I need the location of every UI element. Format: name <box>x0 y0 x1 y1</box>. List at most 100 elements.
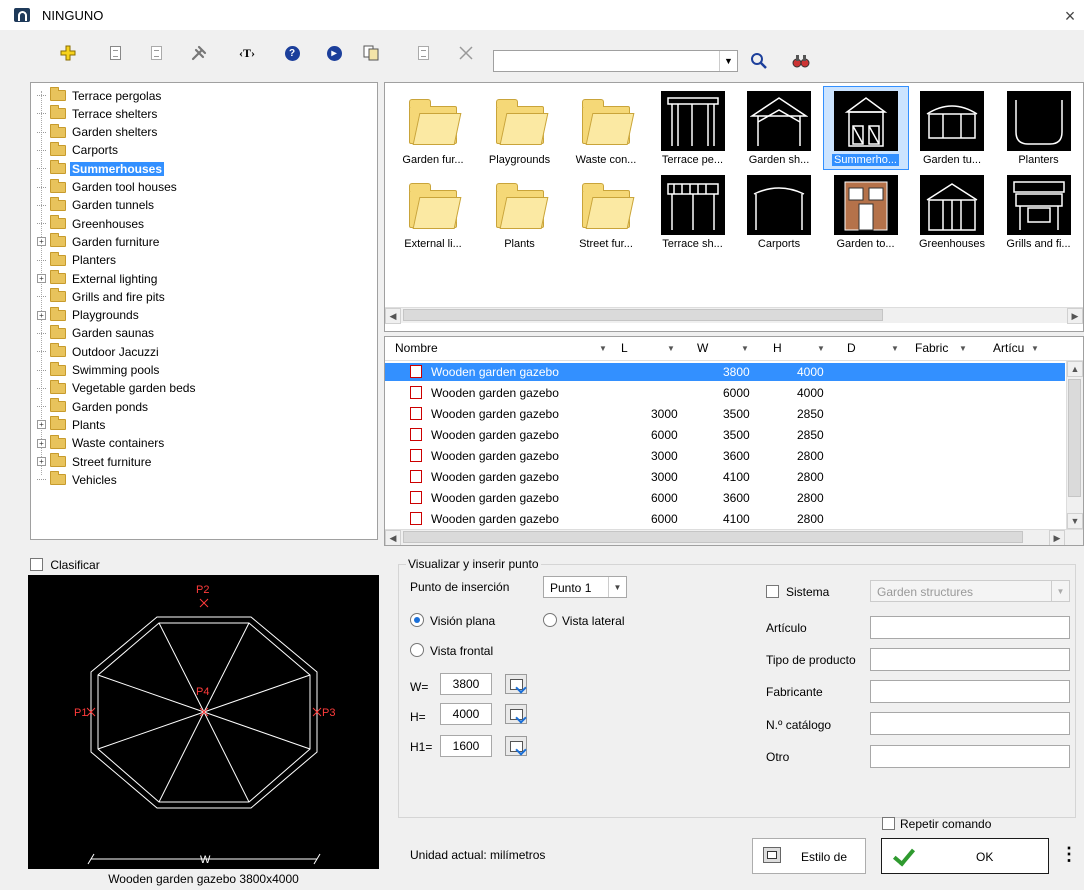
close-button[interactable]: × <box>1060 6 1080 26</box>
tree-item[interactable]: Planters <box>37 251 118 269</box>
thumbnail-tile[interactable]: Grills and fi... <box>997 171 1081 253</box>
thumbnail-tile[interactable]: Garden tu... <box>910 87 994 169</box>
filter-dropdown-icon[interactable]: ▼ <box>817 344 825 360</box>
filter-dropdown-icon[interactable]: ▼ <box>599 344 607 360</box>
binoculars-icon[interactable] <box>790 50 812 72</box>
category-tree[interactable]: Terrace pergolas Terrace shelters Garden s… <box>30 82 378 540</box>
thumbnail-tile[interactable]: Street fur... <box>564 171 648 253</box>
insert-point-select[interactable]: Punto 1 ▼ <box>543 576 627 598</box>
list-icon[interactable] <box>145 42 167 64</box>
add-icon[interactable] <box>57 42 79 64</box>
article-field[interactable] <box>870 616 1070 639</box>
tree-item[interactable]: Garden ponds <box>37 398 150 415</box>
scroll-up-icon[interactable]: ▲ <box>1067 361 1083 377</box>
table-row[interactable]: Wooden garden gazebo 3000 3500 2850 <box>385 405 1065 423</box>
table-row[interactable]: Wooden garden gazebo 6000 3600 2800 <box>385 489 1065 507</box>
expand-icon[interactable]: + <box>37 457 46 466</box>
tree-item[interactable]: Garden tunnels <box>37 196 156 214</box>
ok-button[interactable]: OK <box>881 838 1049 874</box>
text-tag-icon[interactable]: ‹T› <box>236 42 258 64</box>
thumbnail-tile[interactable]: Garden to... <box>824 171 908 253</box>
row-checkbox[interactable] <box>410 449 422 462</box>
filter-dropdown-icon[interactable]: ▼ <box>1031 344 1039 360</box>
pick-h-icon[interactable] <box>505 704 527 724</box>
tree-item[interactable]: + Plants <box>37 416 107 433</box>
expand-icon[interactable]: + <box>37 420 46 430</box>
row-checkbox[interactable] <box>410 428 422 441</box>
column-header[interactable]: D <box>847 341 856 357</box>
scroll-down-icon[interactable]: ▼ <box>1067 513 1083 529</box>
column-header[interactable]: H <box>773 341 782 357</box>
tree-item[interactable]: Vegetable garden beds <box>37 379 197 397</box>
thumbnail-tile[interactable]: Garden sh... <box>737 87 821 169</box>
expand-icon[interactable]: + <box>37 438 46 448</box>
filter-dropdown-icon[interactable]: ▼ <box>741 344 749 360</box>
tree-item[interactable]: Terrace pergolas <box>37 87 163 104</box>
w-input[interactable]: 3800 <box>440 673 492 695</box>
properties-icon[interactable] <box>104 42 126 64</box>
magnifier-icon[interactable] <box>748 50 770 72</box>
scroll-thumb[interactable] <box>1068 379 1081 497</box>
column-header[interactable]: Nombre <box>395 341 438 357</box>
scroll-thumb[interactable] <box>403 531 1023 543</box>
thumbnail-tile[interactable]: Waste con... <box>564 87 648 169</box>
tree-item[interactable]: + Garden furniture <box>37 233 161 250</box>
manufacturer-field[interactable] <box>870 680 1070 703</box>
h1-input[interactable]: 1600 <box>440 735 492 757</box>
scroll-right-icon[interactable]: ▶ <box>1067 308 1083 324</box>
expand-icon[interactable]: + <box>37 237 46 247</box>
expand-icon[interactable]: + <box>37 310 46 320</box>
table-row[interactable]: Wooden garden gazebo 3000 4100 2800 <box>385 468 1065 486</box>
filter-dropdown-icon[interactable]: ▼ <box>667 344 675 360</box>
h-input[interactable]: 4000 <box>440 703 492 725</box>
row-checkbox[interactable] <box>410 365 422 378</box>
thumbnail-tile[interactable]: Garden fur... <box>391 87 475 169</box>
front-view-radio[interactable] <box>410 643 424 657</box>
play-icon[interactable]: ▸ <box>323 42 345 64</box>
other-field[interactable] <box>870 745 1070 768</box>
tree-item[interactable]: Terrace shelters <box>37 105 159 122</box>
tree-item[interactable]: + Street furniture <box>37 453 153 470</box>
column-header[interactable]: Artícu <box>993 341 1024 357</box>
tree-item[interactable]: Summerhouses <box>37 160 165 177</box>
tree-item[interactable]: Swimming pools <box>37 361 161 379</box>
repeat-command-checkbox[interactable] <box>882 817 895 830</box>
product-type-field[interactable] <box>870 648 1070 671</box>
tree-item[interactable]: Garden tool houses <box>37 178 179 196</box>
thumbnail-tile[interactable]: Summerho... <box>822 86 909 170</box>
pick-w-icon[interactable] <box>505 674 527 694</box>
table-horizontal-scrollbar[interactable]: ◀ ▶ <box>385 529 1083 545</box>
tiles-horizontal-scrollbar[interactable]: ◀ ▶ <box>385 307 1083 324</box>
thumbnail-tile[interactable]: Carports <box>737 171 821 253</box>
thumbnail-tile[interactable]: External li... <box>391 171 475 253</box>
table-row[interactable]: Wooden garden gazebo 3000 3600 2800 <box>385 447 1065 465</box>
thumbnail-tile[interactable]: Greenhouses <box>910 171 994 253</box>
tree-item[interactable]: Greenhouses <box>37 215 146 232</box>
tree-item[interactable]: + Waste containers <box>37 434 166 452</box>
row-checkbox[interactable] <box>410 491 422 504</box>
scroll-thumb[interactable] <box>403 309 883 321</box>
thumbnail-tile[interactable]: Terrace sh... <box>651 171 735 253</box>
tree-item[interactable]: Garden saunas <box>37 324 156 342</box>
thumbnail-tile[interactable]: Playgrounds <box>478 87 562 169</box>
row-checkbox[interactable] <box>410 407 422 420</box>
table-row[interactable]: Wooden garden gazebo 3800 4000 <box>385 363 1065 381</box>
tree-item[interactable]: Garden shelters <box>37 123 159 141</box>
table-row[interactable]: Wooden garden gazebo 6000 4000 <box>385 384 1065 402</box>
delete-icon[interactable] <box>455 42 477 64</box>
tree-item[interactable]: Outdoor Jacuzzi <box>37 343 161 360</box>
column-header[interactable]: L <box>621 341 628 357</box>
tree-item[interactable]: + External lighting <box>37 270 159 287</box>
catalog-number-field[interactable] <box>870 712 1070 735</box>
search-combo[interactable]: ▼ <box>493 50 738 72</box>
classify-option[interactable]: Clasificar <box>30 557 100 572</box>
pick-h1-icon[interactable] <box>505 736 527 756</box>
tree-item[interactable]: + Playgrounds <box>37 306 141 324</box>
thumbnail-tile[interactable]: Terrace pe... <box>651 87 735 169</box>
scroll-left-icon[interactable]: ◀ <box>385 308 401 324</box>
tools-icon[interactable] <box>188 42 210 64</box>
system-checkbox[interactable] <box>766 585 779 598</box>
style-button[interactable]: Estilo de <box>752 838 866 874</box>
tree-item[interactable]: Grills and fire pits <box>37 288 167 305</box>
help-icon[interactable]: ? <box>281 42 303 64</box>
